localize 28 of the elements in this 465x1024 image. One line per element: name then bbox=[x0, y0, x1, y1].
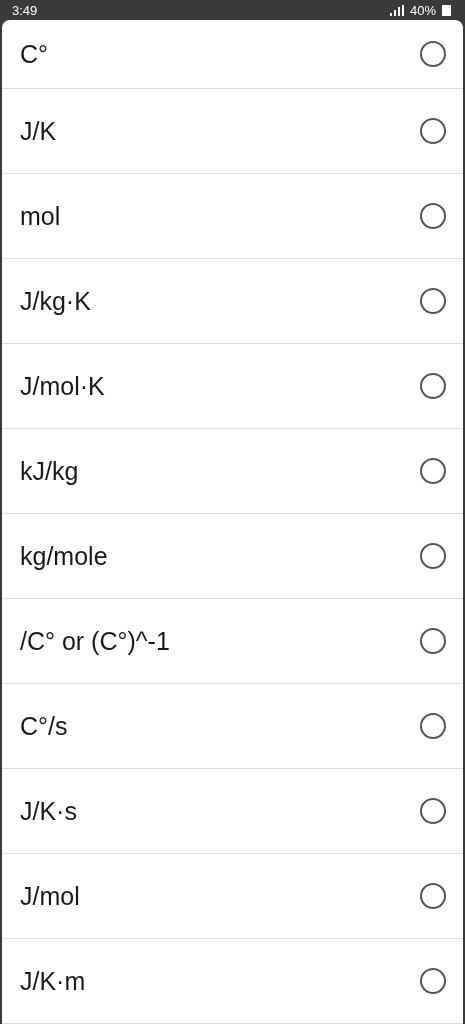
option-label: kJ/kg bbox=[20, 456, 79, 486]
radio-button[interactable] bbox=[420, 883, 446, 909]
option-label: J/K bbox=[20, 116, 57, 146]
radio-button[interactable] bbox=[420, 458, 446, 484]
battery-percent: 40% bbox=[409, 2, 436, 18]
radio-button[interactable] bbox=[420, 628, 446, 654]
option-label: J/mol·K bbox=[20, 371, 105, 401]
radio-button[interactable] bbox=[420, 41, 446, 67]
option-label: J/kg·K bbox=[20, 286, 91, 316]
radio-button[interactable] bbox=[420, 373, 446, 399]
radio-button[interactable] bbox=[420, 713, 446, 739]
option-label: C°/s bbox=[20, 711, 68, 741]
radio-button[interactable] bbox=[420, 288, 446, 314]
radio-button[interactable] bbox=[420, 203, 446, 229]
option-label: J/K·m bbox=[20, 966, 86, 996]
radio-button[interactable] bbox=[420, 543, 446, 569]
option-label: kg/mole bbox=[20, 541, 108, 571]
option-label: J/K·s bbox=[20, 796, 77, 826]
option-label: mol bbox=[20, 201, 61, 231]
radio-button[interactable] bbox=[420, 118, 446, 144]
battery-icon bbox=[442, 4, 451, 16]
option-label: C° bbox=[20, 39, 49, 69]
radio-button[interactable] bbox=[420, 798, 446, 824]
signal-icon bbox=[389, 4, 404, 16]
status-time: 3:49 bbox=[12, 2, 38, 18]
radio-button[interactable] bbox=[420, 968, 446, 994]
option-label: /C° or (C°)^-1 bbox=[20, 626, 170, 656]
option-label: J/mol bbox=[20, 881, 80, 911]
